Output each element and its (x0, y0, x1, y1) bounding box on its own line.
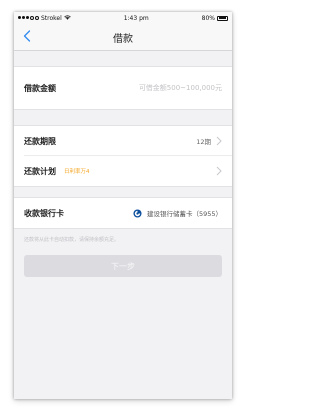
plan-label: 还款计划 (24, 166, 56, 176)
page-title: 借款 (113, 33, 133, 45)
phone-screen: Strokel 1:43 pm 80% 借款 借款金额 还款期限 12期 (14, 12, 232, 399)
bank-section: 收款银行卡 建设银行储蓄卡（5955） (14, 197, 232, 229)
next-step-button[interactable]: 下一步 (24, 255, 222, 277)
chevron-right-icon (216, 136, 222, 146)
amount-label: 借款金额 (24, 83, 56, 93)
battery-fill (218, 17, 226, 19)
amount-row: 借款金额 (14, 67, 232, 109)
amount-section: 借款金额 (14, 66, 232, 110)
plan-chevron-group (216, 166, 222, 176)
battery-percent: 80% (201, 14, 215, 22)
chevron-left-icon (23, 30, 31, 42)
plan-row[interactable]: 还款计划 日利率万4 (14, 156, 232, 186)
status-bar: Strokel 1:43 pm 80% (14, 12, 232, 24)
repayment-section: 还款期限 12期 还款计划 日利率万4 (14, 125, 232, 187)
status-time: 1:43 pm (123, 14, 149, 22)
carrier-name: Strokel (41, 14, 62, 22)
chevron-right-icon (216, 166, 222, 176)
bank-label: 收款银行卡 (24, 208, 64, 218)
status-left: Strokel (18, 15, 71, 22)
amount-input[interactable] (102, 84, 222, 92)
wifi-icon (64, 14, 71, 22)
bank-row[interactable]: 收款银行卡 建设银行储蓄卡（5955） (14, 198, 232, 228)
term-value: 12期 (196, 138, 211, 146)
term-label: 还款期限 (24, 136, 56, 146)
back-button[interactable] (20, 29, 34, 43)
interest-rate-note: 日利率万4 (64, 169, 90, 175)
term-value-group: 12期 (196, 136, 222, 146)
bank-card-name: 建设银行储蓄卡（5955） (146, 210, 222, 218)
bank-value-group: 建设银行储蓄卡（5955） (133, 208, 222, 218)
navigation-bar: 借款 (14, 24, 232, 51)
ccb-bank-icon (133, 208, 142, 218)
battery-icon (217, 15, 228, 21)
term-row[interactable]: 还款期限 12期 (14, 126, 232, 156)
hint-text: 还款将从此卡自动扣款，请保持余额充足。 (24, 237, 120, 243)
signal-icon (18, 16, 39, 20)
status-right: 80% (202, 15, 228, 22)
